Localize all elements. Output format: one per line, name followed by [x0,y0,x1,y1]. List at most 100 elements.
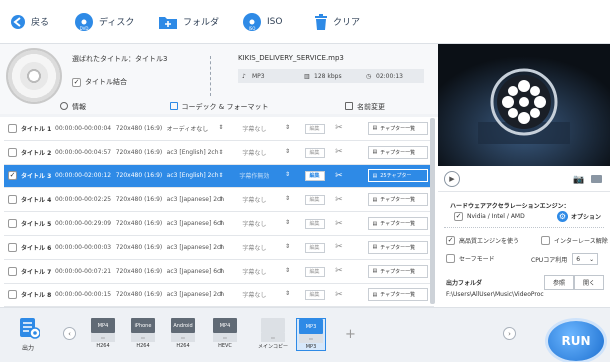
chapters-button[interactable]: ▤ チャプター一覧 [368,264,429,278]
subtitle-select[interactable]: 字幕なし ⇕ [227,219,294,228]
edit-button[interactable]: 編集 [294,171,335,182]
run-button[interactable]: RUN [548,321,604,361]
add-format-icon[interactable]: + [345,327,356,342]
title-row[interactable]: タイトル 8 00:00:00-00:00:15 720x480 (16:9) ac3… [4,283,434,307]
edit-button[interactable]: 編集 [294,195,335,206]
edit-button[interactable]: 編集 [294,242,335,253]
subtitle-select[interactable]: 字幕なし ⇕ [227,148,294,157]
title-name[interactable]: タイトル 2 [4,147,55,157]
format-preset[interactable]: MP4 ▭ HEVC [210,318,240,351]
title-name[interactable]: ✓ タイトル 3 [4,171,55,181]
audio-select[interactable]: オーディオなし ⇕ [167,124,228,133]
chapters-button[interactable]: ▤ チャプター一覧 [368,145,429,159]
play-icon[interactable]: ▶ [444,171,460,187]
browse-button[interactable]: 参照 [544,275,575,290]
title-checkbox[interactable] [8,242,17,252]
scissors-icon[interactable]: ✂ [335,171,343,181]
title-name[interactable]: タイトル 4 [4,195,55,205]
audio-select[interactable]: ac3 [Japanese] 2ch ⇕ [167,291,228,298]
deinterlace-checkbox[interactable]: インターレース解除 [541,236,608,245]
title-name[interactable]: タイトル 1 [4,123,55,133]
iso-button[interactable]: ISO ISO [232,0,304,44]
back-button[interactable]: 戻る [0,0,64,44]
chapters-button[interactable]: ▤ チャプター一覧 [368,288,429,302]
title-checkbox[interactable] [8,195,17,205]
open-folder-icon[interactable] [591,175,602,183]
title-name[interactable]: タイトル 5 [4,219,55,229]
format-preset[interactable]: ▭ メインコピー [258,318,288,351]
formats-next-button[interactable]: › [503,327,516,340]
hw-engine-checkbox[interactable]: ✓ Nvidia / Intel / AMD [446,212,525,221]
title-row[interactable]: タイトル 5 00:00:00-00:29:09 720x480 (16:9) ac3… [4,212,434,236]
safe-check-icon[interactable] [446,254,455,263]
tab-info[interactable]: 情報 [0,101,146,112]
chapters-button[interactable]: ▤ チャプター一覧 [368,240,429,254]
audio-select[interactable]: ac3 [Japanese] 6ch ⇕ [167,268,228,275]
tab-codec[interactable]: コーデック & フォーマット [146,101,292,112]
subtitle-select[interactable]: 字幕なし ⇕ [227,267,294,276]
safe-mode-checkbox[interactable]: セーフモード [446,254,495,263]
options-button[interactable]: ⚙ オプション [557,211,601,222]
formats-prev-button[interactable]: ‹ [63,327,76,340]
title-row[interactable]: タイトル 2 00:00:00-00:04:57 720x480 (16:9) ac3… [4,140,434,165]
chapters-button[interactable]: ▤ チャプター一覧 [368,193,429,207]
title-list-scrollbar[interactable] [430,118,435,304]
audio-select[interactable]: ac3 [Japanese] 6ch ⇕ [167,220,228,227]
title-row[interactable]: タイトル 7 00:00:00-00:07:21 720x480 (16:9) ac3… [4,259,434,284]
title-name[interactable]: タイトル 8 [4,290,55,300]
audio-select[interactable]: ac3 [Japanese] 2ch ⇕ [167,196,228,203]
snapshot-camera-icon[interactable]: 📷 [573,175,584,185]
title-checkbox[interactable]: ✓ [8,171,17,181]
hw-engine-check-icon[interactable]: ✓ [454,212,463,221]
title-row[interactable]: ✓ タイトル 3 00:00:00-02:00:12 720x480 (16:9) ac… [4,164,434,189]
output-filename[interactable]: KIKIS_DELIVERY_SERVICE.mp3 [238,54,344,62]
scissors-icon[interactable]: ✂ [335,242,343,252]
scissors-icon[interactable]: ✂ [335,123,343,133]
edit-button[interactable]: 編集 [294,290,335,301]
cpu-core-select[interactable]: 6 ⌄ [572,253,599,265]
format-preset[interactable]: iPhone ▭ H264 [128,318,158,351]
edit-button[interactable]: 編集 [294,147,335,158]
output-profile-icon[interactable] [18,317,41,339]
title-name[interactable]: タイトル 7 [4,266,55,276]
edit-button[interactable]: 編集 [294,123,335,134]
subtitle-select[interactable]: 字幕なし ⇕ [227,124,294,133]
edit-button[interactable]: 編集 [294,266,335,277]
hq-check-icon[interactable]: ✓ [446,236,455,245]
high-quality-checkbox[interactable]: ✓ 高品質エンジンを使う [446,236,519,245]
title-row[interactable]: タイトル 1 00:00:00-00:00:04 720x480 (16:9) オーデ… [4,117,434,141]
format-preset[interactable]: MP4 ▭ H264 [88,318,118,351]
chapters-button[interactable]: ▤ チャプター一覧 [368,217,429,231]
audio-select[interactable]: ac3 [Japanese] 2ch ⇕ [167,244,228,251]
title-row[interactable]: タイトル 6 00:00:00-00:00:03 720x480 (16:9) ac3… [4,235,434,260]
scissors-icon[interactable]: ✂ [335,219,343,229]
title-checkbox[interactable] [8,219,17,229]
title-checkbox[interactable] [8,123,17,133]
subtitle-select[interactable]: 字幕なし ⇕ [227,243,294,252]
scissors-icon[interactable]: ✂ [335,290,343,300]
clear-button[interactable]: クリア [304,0,376,44]
folder-button[interactable]: フォルダ [148,0,232,44]
tab-rename[interactable]: 名前変更 [292,101,438,112]
open-button[interactable]: 開く [574,275,605,290]
scissors-icon[interactable]: ✂ [335,266,343,276]
scissors-icon[interactable]: ✂ [335,195,343,205]
chapters-button[interactable]: ▤ チャプター一覧 [368,121,429,135]
title-name[interactable]: タイトル 6 [4,242,55,252]
title-checkbox[interactable] [8,290,17,300]
merge-checkbox-icon[interactable]: ✓ [72,77,81,87]
merge-titles-checkbox[interactable]: ✓ タイトル結合 [72,77,127,87]
subtitle-select[interactable]: 字幕なし ⇕ [227,290,294,299]
audio-select[interactable]: ac3 [English] 2ch ⇕ [167,172,228,179]
subtitle-select[interactable]: 字幕作無効 ⇕ [227,171,294,180]
deinterlace-check-icon[interactable] [541,236,550,245]
edit-button[interactable]: 編集 [294,219,335,230]
title-checkbox[interactable] [8,147,17,157]
audio-select[interactable]: ac3 [English] 2ch ⇕ [167,149,228,156]
chapters-button[interactable]: ▤ 25チャプター [368,169,429,183]
title-row[interactable]: タイトル 4 00:00:00-00:02:25 720x480 (16:9) ac3… [4,188,434,213]
title-checkbox[interactable] [8,266,17,276]
format-preset[interactable]: Android ▭ H264 [168,318,198,351]
scissors-icon[interactable]: ✂ [335,147,343,157]
subtitle-select[interactable]: 字幕なし ⇕ [227,195,294,204]
